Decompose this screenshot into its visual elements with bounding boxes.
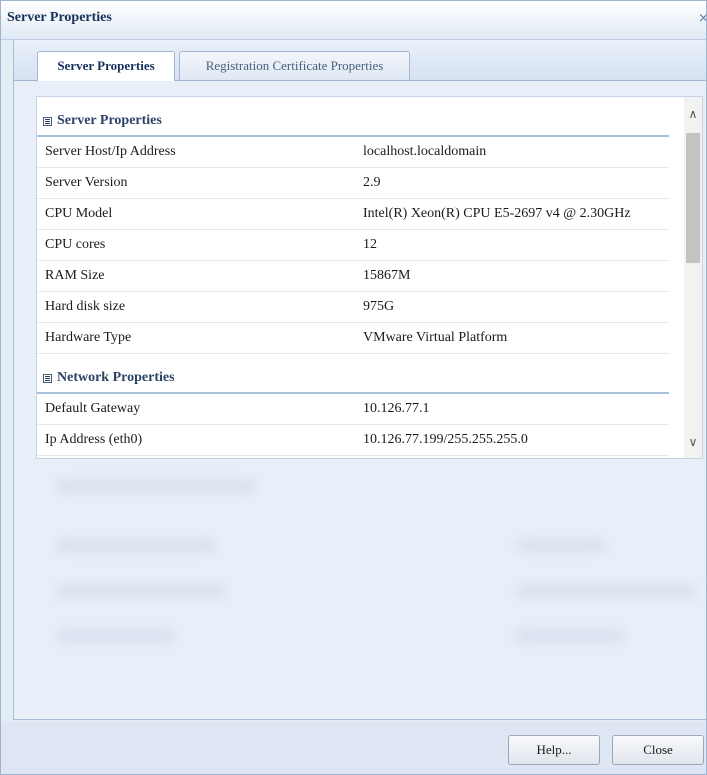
dialog-footer: Help... Close (1, 721, 706, 774)
property-row[interactable]: Hardware Type VMware Virtual Platform (37, 323, 669, 354)
property-name: Hard disk size (45, 299, 126, 314)
property-row[interactable]: Default Gateway 10.126.77.1 (37, 394, 669, 425)
property-grid-container: Server Properties Server Host/Ip Address… (36, 96, 703, 459)
property-value: localhost.localdomain (363, 144, 487, 159)
property-row[interactable]: CPU cores 12 (37, 230, 669, 261)
tab-server-properties[interactable]: Server Properties (37, 51, 175, 81)
property-value: Intel(R) Xeon(R) CPU E5-2697 v4 @ 2.30GH… (363, 206, 631, 221)
property-grid: Server Properties Server Host/Ip Address… (37, 97, 669, 456)
property-name: Ip Address (eth0) (45, 432, 143, 447)
dialog-title: Server Properties (7, 10, 112, 25)
property-name: RAM Size (45, 268, 105, 283)
close-icon[interactable]: × (698, 11, 706, 27)
server-properties-dialog: Server Properties × Server Properties Re… (0, 0, 707, 775)
property-name: CPU Model (45, 206, 113, 221)
group-label: Network Properties (57, 370, 175, 385)
property-name: CPU cores (45, 237, 106, 252)
group-header-network-properties[interactable]: Network Properties (37, 354, 669, 394)
scroll-down-icon[interactable]: ∨ (684, 435, 702, 455)
property-row[interactable]: Server Version 2.9 (37, 168, 669, 199)
blurred-background-content (36, 470, 703, 670)
property-row[interactable]: CPU Model Intel(R) Xeon(R) CPU E5-2697 v… (37, 199, 669, 230)
close-button[interactable]: Close (612, 735, 704, 765)
tab-registration-certificate-properties[interactable]: Registration Certificate Properties (179, 51, 410, 80)
property-name: Server Host/Ip Address (45, 144, 176, 159)
group-label: Server Properties (57, 113, 162, 128)
property-value: 12 (363, 237, 377, 252)
property-row[interactable]: Ip Address (eth0) 10.126.77.199/255.255.… (37, 425, 669, 456)
collapse-icon[interactable] (43, 117, 52, 126)
property-value: 10.126.77.199/255.255.255.0 (363, 432, 528, 447)
scroll-up-icon[interactable]: ∧ (684, 107, 702, 127)
property-name: Default Gateway (45, 401, 141, 416)
property-row[interactable]: RAM Size 15867M (37, 261, 669, 292)
vertical-scrollbar[interactable]: ∧ ∨ (684, 97, 702, 458)
property-value: 10.126.77.1 (363, 401, 430, 416)
collapse-icon[interactable] (43, 374, 52, 383)
property-value: 2.9 (363, 175, 381, 190)
title-bar[interactable]: Server Properties × (1, 1, 706, 40)
scrollbar-thumb[interactable] (686, 133, 700, 263)
help-button[interactable]: Help... (508, 735, 600, 765)
property-row[interactable]: Hard disk size 975G (37, 292, 669, 323)
property-value: 15867M (363, 268, 411, 283)
property-name: Hardware Type (45, 330, 132, 345)
property-row[interactable]: Server Host/Ip Address localhost.localdo… (37, 137, 669, 168)
tab-strip: Server Properties Registration Certifica… (14, 40, 706, 81)
group-header-server-properties[interactable]: Server Properties (37, 97, 669, 137)
property-value: 975G (363, 299, 395, 314)
property-name: Server Version (45, 175, 128, 190)
tab-panel: Server Properties Registration Certifica… (13, 40, 706, 720)
property-value: VMware Virtual Platform (363, 330, 508, 345)
